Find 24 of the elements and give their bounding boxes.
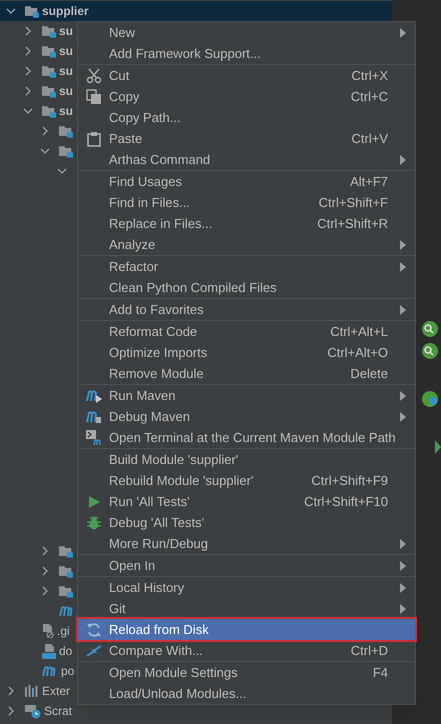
tree-item-label: Exter <box>42 683 70 700</box>
shortcut-label: Ctrl+Shift+F10 <box>304 492 389 511</box>
tree-item-label: po <box>61 663 74 680</box>
tree-item-label: su <box>59 23 74 40</box>
tree-item-label: do <box>59 643 72 660</box>
tree-item-label: su <box>59 103 74 120</box>
tree-item-label: .gi <box>57 623 70 640</box>
tree-item-label: supplier <box>42 3 89 20</box>
shortcut-label: Alt+F7 <box>350 172 389 191</box>
shortcut-label: F4 <box>372 664 389 682</box>
shortcut-label: Ctrl+D <box>350 642 389 660</box>
shortcut-label: Ctrl+Shift+R <box>317 214 389 233</box>
shortcut-label: Ctrl+Alt+L <box>330 322 389 341</box>
shortcut-label: Ctrl+C <box>350 88 389 106</box>
tree-item-label: su <box>59 83 74 100</box>
shortcut-label: Ctrl+X <box>352 66 389 85</box>
shortcut-label: Ctrl+Alt+O <box>327 344 389 362</box>
shortcut-label: Delete <box>350 364 389 383</box>
tree-item-label: su <box>59 43 74 60</box>
shortcut-label: Ctrl+Shift+F9 <box>311 472 389 490</box>
tree-item-label: Scrat <box>44 703 72 720</box>
shortcut-label: Ctrl+Shift+F <box>318 194 389 212</box>
shortcut-label: Ctrl+V <box>352 130 389 148</box>
tree-item-label: su <box>59 63 74 80</box>
